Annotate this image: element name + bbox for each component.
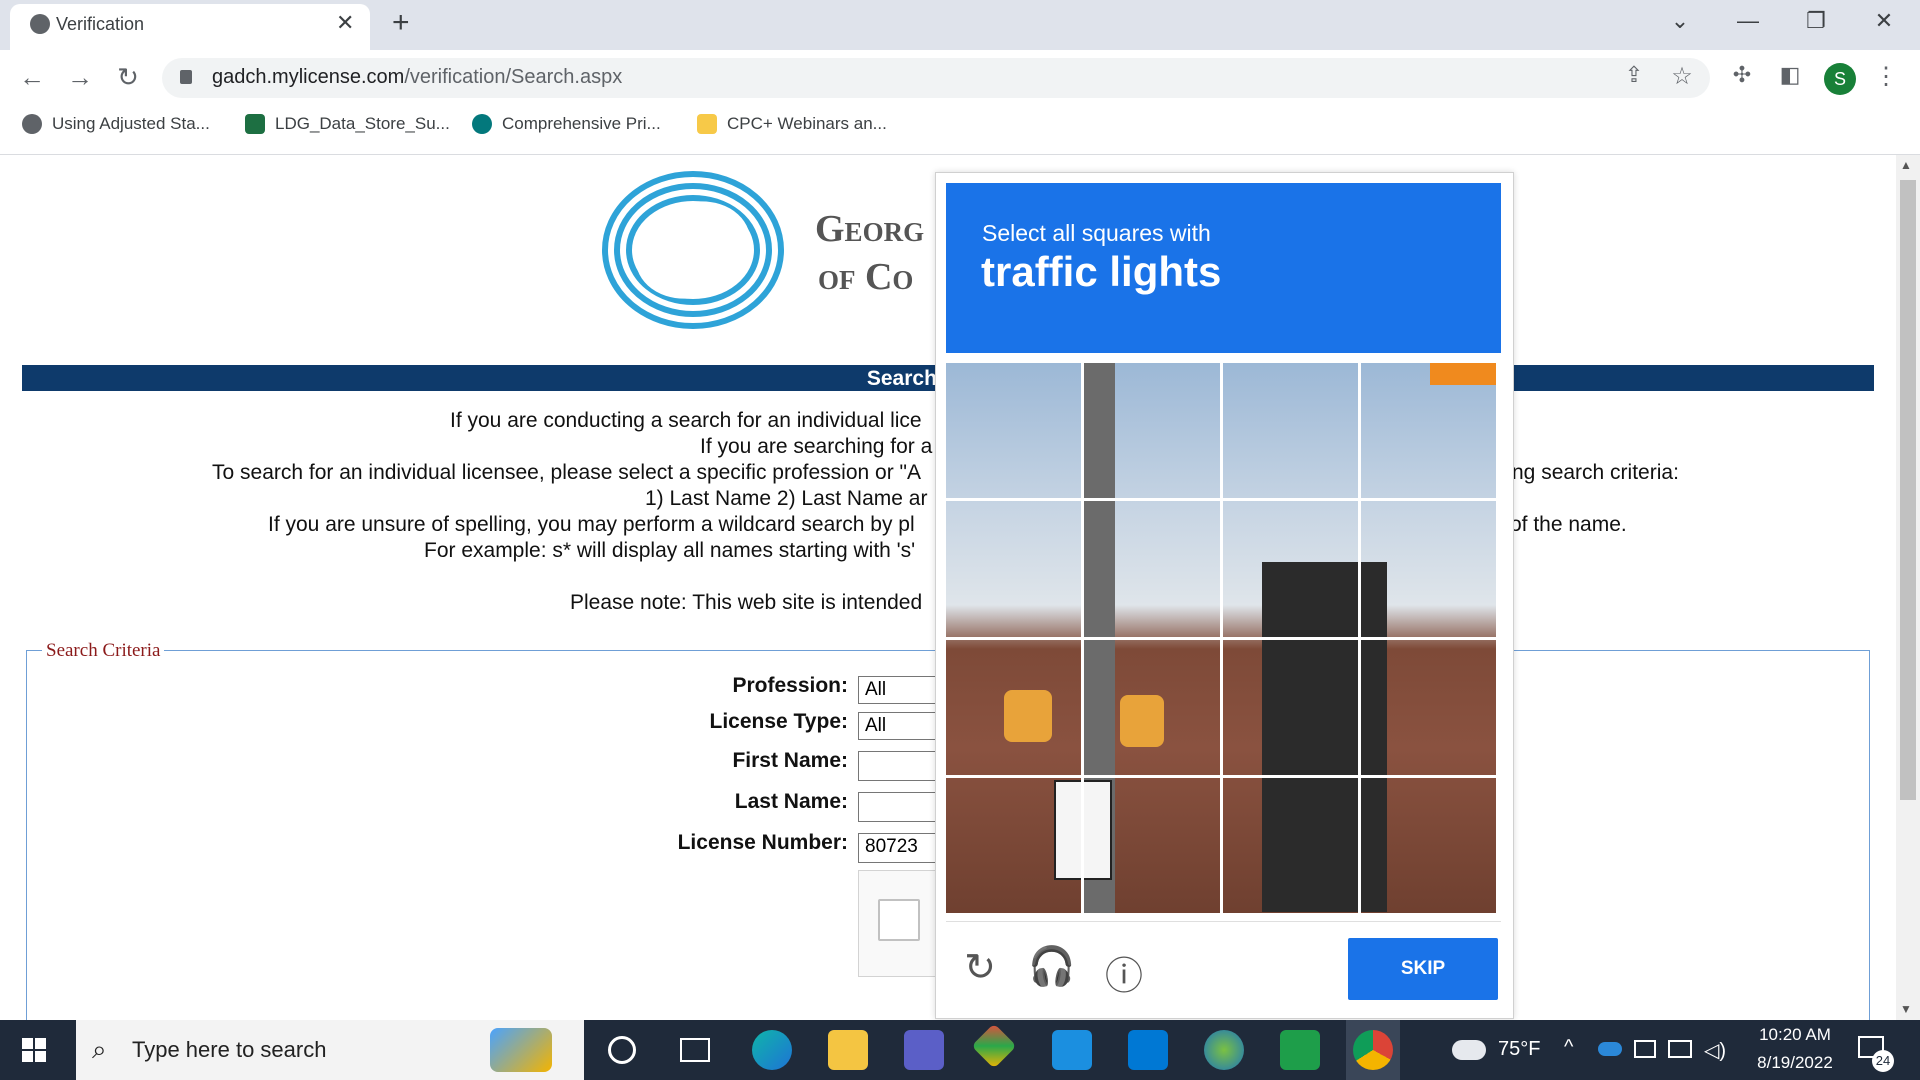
intro-text: If you are unsure of spelling, you may p…: [268, 513, 915, 536]
folder-icon: [697, 114, 717, 134]
captcha-tile[interactable]: [1357, 636, 1500, 778]
captcha-tile[interactable]: [1357, 359, 1500, 502]
network-icon[interactable]: [1668, 1040, 1692, 1058]
intro-text: of the name.: [1510, 513, 1627, 536]
captcha-tile[interactable]: [942, 498, 1085, 640]
license-number-label: License Number:: [677, 831, 848, 854]
captcha-tile[interactable]: [1219, 636, 1361, 778]
teams-icon[interactable]: [904, 1030, 944, 1070]
weather-temperature[interactable]: 75°F: [1498, 1038, 1540, 1061]
logo-text-line2: of Co: [818, 256, 914, 298]
first-name-label: First Name:: [732, 749, 848, 772]
globe-app-icon[interactable]: [1204, 1030, 1244, 1070]
intro-text: Please note: This web site is intended: [570, 591, 923, 614]
captcha-tile[interactable]: [942, 636, 1085, 778]
tab-search-icon[interactable]: ⌄: [1660, 8, 1700, 34]
url-text[interactable]: gadch.mylicense.com/verification/Search.…: [212, 66, 622, 89]
captcha-tile[interactable]: [1219, 359, 1361, 502]
media-app-icon[interactable]: [1280, 1030, 1320, 1070]
reload-button[interactable]: ↻: [110, 62, 146, 93]
skip-button[interactable]: SKIP: [1348, 938, 1498, 1000]
captcha-tile[interactable]: [1081, 636, 1223, 778]
taskbar-search-placeholder[interactable]: Type here to search: [132, 1037, 326, 1063]
notification-count-badge: 24: [1872, 1050, 1894, 1072]
edge-icon[interactable]: [752, 1030, 792, 1070]
captcha-tile[interactable]: [1219, 498, 1361, 640]
sharepoint-icon: [472, 114, 492, 134]
intro-text: If you are conducting a search for an in…: [450, 409, 922, 432]
lock-icon[interactable]: [180, 70, 192, 84]
intro-text: To search for an individual licensee, pl…: [212, 461, 921, 484]
recaptcha-checkbox[interactable]: [878, 899, 920, 941]
excel-icon: [245, 114, 265, 134]
back-button[interactable]: ←: [14, 62, 50, 93]
restore-button[interactable]: ❐: [1796, 8, 1836, 34]
windows-start-icon[interactable]: [22, 1038, 46, 1062]
battery-icon[interactable]: [1634, 1040, 1656, 1058]
intro-text: 1) Last Name 2) Last Name ar: [645, 487, 928, 510]
georgia-logo-icon: [602, 171, 784, 329]
chrome-icon[interactable]: [1353, 1030, 1393, 1070]
bookmark-item[interactable]: Comprehensive Pri...: [472, 114, 661, 134]
cortana-icon[interactable]: [608, 1036, 636, 1064]
license-type-label: License Type:: [709, 710, 849, 733]
task-view-icon[interactable]: [680, 1038, 710, 1062]
captcha-tiles: [942, 359, 1500, 917]
clock-date[interactable]: 8/19/2022: [1745, 1053, 1845, 1073]
captcha-tile[interactable]: [942, 774, 1085, 917]
bookmark-item[interactable]: Using Adjusted Sta...: [22, 114, 210, 134]
bookmark-item[interactable]: LDG_Data_Store_Su...: [245, 114, 450, 134]
captcha-tile[interactable]: [942, 359, 1085, 502]
scroll-up-icon[interactable]: ▲: [1900, 158, 1912, 172]
tab-title: Verification: [56, 14, 145, 34]
captcha-instruction: Select all squares with: [982, 220, 1211, 246]
new-tab-button[interactable]: +: [392, 6, 410, 40]
minimize-button[interactable]: —: [1728, 8, 1768, 34]
s-app-icon[interactable]: [1052, 1030, 1092, 1070]
captcha-tile[interactable]: [1357, 774, 1500, 917]
search-highlight-icon[interactable]: [490, 1028, 552, 1072]
captcha-tile[interactable]: [1081, 359, 1223, 502]
info-icon[interactable]: ⓘ: [1099, 945, 1149, 1000]
onedrive-icon[interactable]: [1598, 1042, 1622, 1056]
file-explorer-icon[interactable]: [828, 1030, 868, 1070]
volume-icon[interactable]: ◁): [1704, 1038, 1726, 1063]
close-tab-icon[interactable]: ✕: [336, 10, 354, 36]
menu-icon[interactable]: ⋮: [1868, 62, 1904, 91]
captcha-tile[interactable]: [1081, 498, 1223, 640]
captcha-target: traffic lights: [981, 248, 1222, 295]
reload-challenge-icon[interactable]: ↻: [955, 945, 1005, 990]
intro-text: If you are searching for a: [700, 435, 933, 458]
globe-icon: [30, 14, 50, 34]
captcha-tile[interactable]: [1081, 774, 1223, 917]
search-criteria-legend: Search Criteria: [42, 640, 165, 662]
clock-time[interactable]: 10:20 AM: [1745, 1025, 1845, 1045]
search-icon: ⌕: [92, 1034, 107, 1064]
weather-cloud-icon[interactable]: [1452, 1040, 1486, 1060]
captcha-tile[interactable]: [1219, 774, 1361, 917]
bookmark-star-icon[interactable]: ☆: [1664, 62, 1700, 91]
bookmark-item[interactable]: CPC+ Webinars an...: [697, 114, 887, 134]
profession-label: Profession:: [732, 674, 848, 697]
share-icon[interactable]: ⇪: [1616, 62, 1652, 88]
extensions-icon[interactable]: ✣: [1724, 62, 1760, 88]
show-hidden-icons[interactable]: ^: [1564, 1036, 1573, 1059]
intro-text: ng search criteria:: [1512, 461, 1679, 484]
captcha-tile[interactable]: [1357, 498, 1500, 640]
globe-icon: [22, 114, 42, 134]
profile-avatar[interactable]: S: [1824, 63, 1856, 95]
logo-text-line1: Georg: [815, 208, 925, 250]
intro-text: For example: s* will display all names s…: [424, 539, 916, 562]
vscode-icon[interactable]: [1128, 1030, 1168, 1070]
close-window-button[interactable]: ✕: [1864, 8, 1904, 34]
side-panel-icon[interactable]: ◧: [1772, 62, 1808, 88]
scroll-down-icon[interactable]: ▼: [1900, 1002, 1912, 1016]
captcha-divider: [946, 921, 1501, 922]
last-name-label: Last Name:: [734, 790, 848, 813]
forward-button[interactable]: →: [62, 62, 98, 93]
scrollbar-thumb[interactable]: [1900, 180, 1916, 800]
audio-challenge-icon[interactable]: 🎧: [1027, 945, 1077, 989]
